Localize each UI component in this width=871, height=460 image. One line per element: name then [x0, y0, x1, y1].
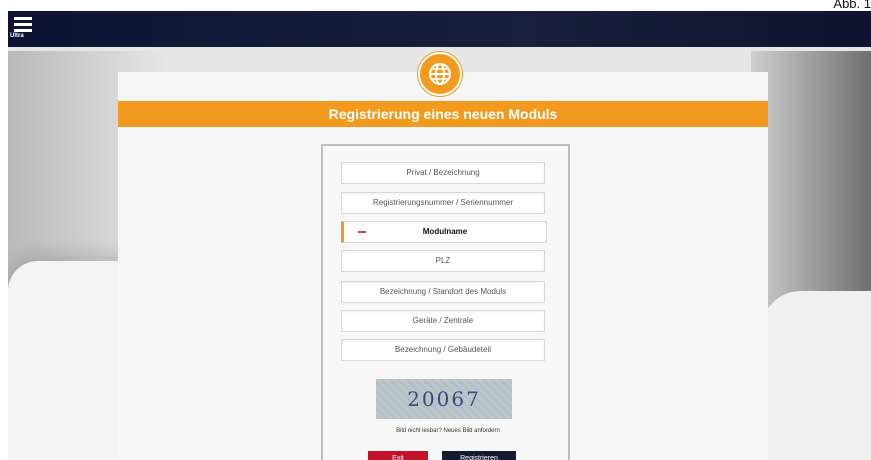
figure-caption: Abb. 1 — [833, 0, 871, 11]
field-privat[interactable]: Privat / Bezeichnung — [341, 162, 545, 184]
field-devices[interactable]: Geräte / Zentrale — [341, 310, 545, 332]
register-button[interactable]: Registrieren — [442, 451, 516, 460]
error-indicator-icon — [358, 231, 366, 233]
field-plz[interactable]: PLZ — [341, 250, 545, 272]
captcha-image: 20067 — [376, 379, 512, 419]
app-screenshot: Ultra Registrierung eines neuen Moduls P… — [8, 11, 871, 460]
globe-icon — [418, 52, 462, 96]
menu-label: Ultra — [10, 33, 24, 39]
field-module-name[interactable]: Modulname — [341, 221, 547, 243]
field-location[interactable]: Bezeichnung / Standort des Moduls — [341, 281, 545, 303]
field-module-name-label: Modulname — [422, 227, 468, 236]
field-registration-number[interactable]: Registrierungsnummer / Seriennummer — [341, 192, 545, 214]
panel-title: Registrierung eines neuen Moduls — [118, 101, 768, 127]
field-building-part[interactable]: Bezeichnung / Gebäudeteil — [341, 339, 545, 361]
background-chair-right — [761, 291, 871, 460]
top-bar: Ultra — [8, 11, 871, 47]
registration-form: Privat / Bezeichnung Registrierungsnumme… — [321, 144, 570, 460]
captcha-refresh-link[interactable]: Bild nicht lesbar? Neues Bild anfordern — [363, 428, 533, 434]
exit-button[interactable]: Exit — [368, 451, 428, 460]
